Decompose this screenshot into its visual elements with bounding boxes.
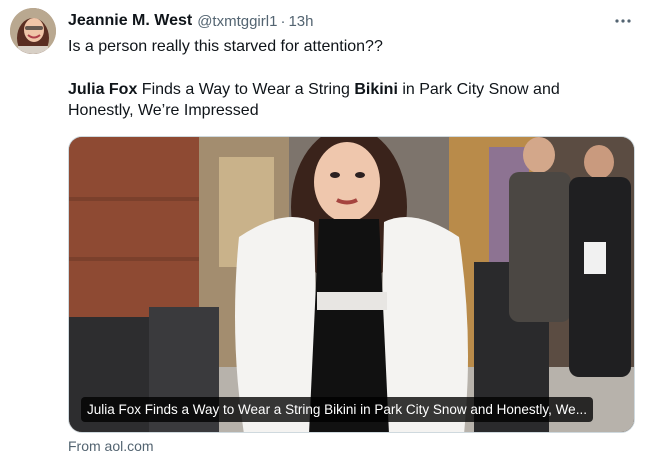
tweet: Jeannie M. West @txmtggirl1 · 13h Is a p… [0,0,650,468]
tweet-text: Is a person really this starved for atte… [68,38,383,55]
separator-dot: · [280,12,286,30]
avatar-image [10,8,56,54]
card-source[interactable]: From aol.com [68,438,154,454]
headline-bold-name: Julia Fox [68,81,138,98]
tweet-header: Jeannie M. West @txmtggirl1 · 13h [68,11,313,31]
avatar[interactable] [10,8,56,54]
tweet-headline: Julia Fox Finds a Way to Wear a String B… [68,79,628,121]
more-horizontal-icon [615,19,631,23]
link-card[interactable]: Julia Fox Finds a Way to Wear a String B… [68,136,635,433]
more-options-button[interactable] [612,10,634,32]
headline-text: Finds a Way to Wear a String [137,81,355,98]
card-caption[interactable]: Julia Fox Finds a Way to Wear a String B… [81,397,593,422]
headline-bold-keyword: Bikini [354,81,398,98]
author-name[interactable]: Jeannie M. West [68,12,192,30]
author-handle[interactable]: @txmtggirl1 [197,13,277,30]
card-image [69,137,634,432]
timestamp[interactable]: 13h [288,13,313,30]
